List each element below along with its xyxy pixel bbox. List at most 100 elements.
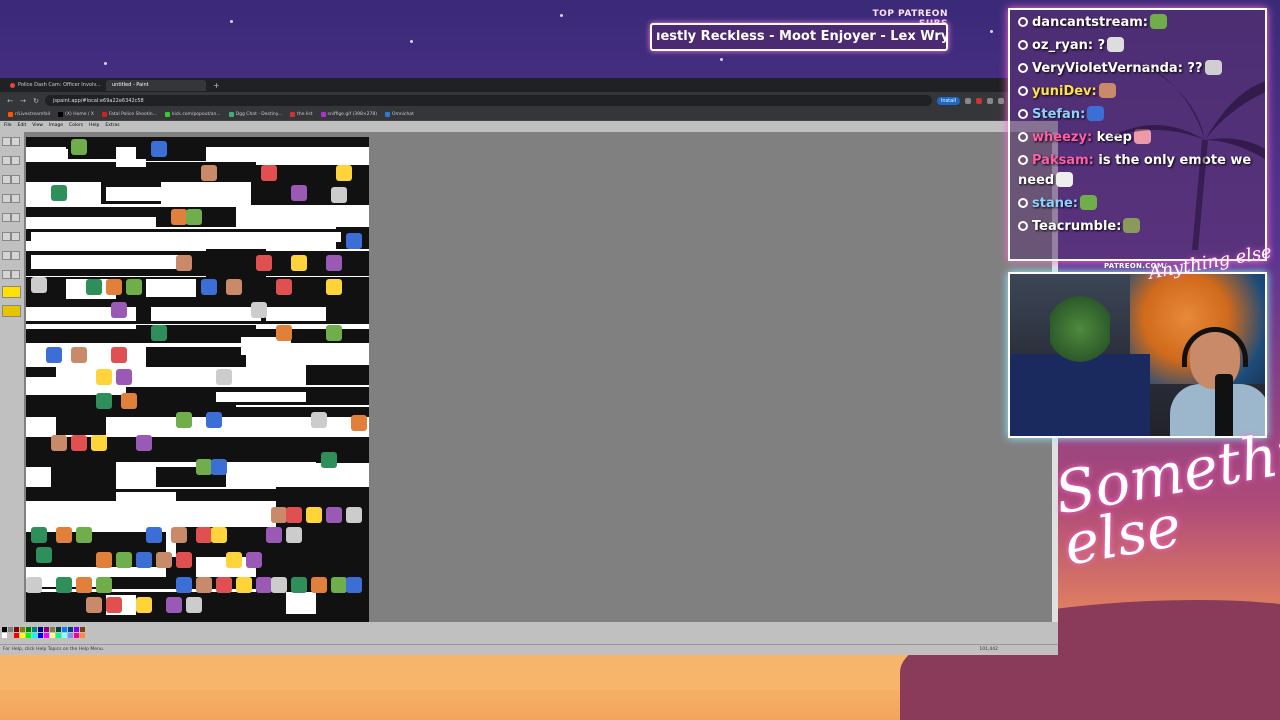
puzzle-icon[interactable] bbox=[987, 97, 993, 104]
canvas-emote-icon bbox=[326, 279, 342, 295]
bookmark[interactable]: r/Livestreamfail bbox=[8, 112, 50, 117]
profile-icon[interactable] bbox=[998, 97, 1004, 104]
rectangle-tool[interactable] bbox=[2, 251, 11, 260]
bookmark[interactable]: Dgg Chat - Destiny... bbox=[228, 112, 282, 117]
bookmark[interactable]: Omnichat bbox=[384, 112, 414, 117]
canvas-emote-icon bbox=[311, 412, 327, 428]
chat-username[interactable]: stane: bbox=[1032, 196, 1078, 211]
color-swatch[interactable] bbox=[50, 633, 55, 638]
chat-username[interactable]: dancantstream: bbox=[1032, 15, 1148, 30]
color-swatch[interactable] bbox=[14, 627, 19, 632]
color-swatch[interactable] bbox=[68, 633, 73, 638]
paint-status-bar: For Help, click Help Topics on the Help … bbox=[0, 644, 1058, 654]
forward-icon[interactable]: → bbox=[19, 97, 27, 105]
url-field[interactable]: jspaint.app/#local:e69a22e6342c58 bbox=[45, 95, 932, 106]
color-swatch[interactable] bbox=[56, 627, 61, 632]
color-swatch[interactable] bbox=[8, 633, 13, 638]
color-swatch[interactable] bbox=[38, 627, 43, 632]
color-swatch[interactable] bbox=[62, 633, 67, 638]
chat-username[interactable]: VeryVioletVernanda: bbox=[1032, 61, 1183, 76]
polygon-tool[interactable] bbox=[11, 251, 20, 260]
menu-edit[interactable]: Edit bbox=[18, 123, 27, 128]
chat-username[interactable]: Teacrumble: bbox=[1032, 219, 1121, 234]
address-bar: ← → ↻ jspaint.app/#local:e69a22e6342c58 … bbox=[0, 92, 1010, 109]
extension-icon[interactable] bbox=[976, 97, 982, 104]
menu-view[interactable]: View bbox=[32, 123, 43, 128]
menu-file[interactable]: File bbox=[4, 123, 12, 128]
chat-emote-icon bbox=[1087, 106, 1105, 121]
color-swatch[interactable] bbox=[38, 633, 43, 638]
color-swatch[interactable] bbox=[62, 627, 67, 632]
menu-colors[interactable]: Colors bbox=[69, 123, 83, 128]
select-tool[interactable] bbox=[11, 137, 20, 146]
canvas-pixel-block bbox=[26, 329, 369, 343]
back-icon[interactable]: ← bbox=[6, 97, 14, 105]
color-swatch[interactable] bbox=[2, 627, 7, 632]
pencil-tool[interactable] bbox=[2, 194, 11, 203]
curve-tool[interactable] bbox=[11, 232, 20, 241]
brush-tool[interactable] bbox=[11, 194, 20, 203]
color-swatch[interactable] bbox=[44, 633, 49, 638]
chat-username[interactable]: yuniDev: bbox=[1032, 84, 1097, 99]
free-select-tool[interactable] bbox=[2, 137, 11, 146]
patreon-ticker: ıestly Reckless - Moot Enjoyer - Lex Wry… bbox=[650, 23, 948, 51]
chat-username[interactable]: Stefan: bbox=[1032, 107, 1085, 122]
canvas-emote-icon bbox=[291, 255, 307, 271]
canvas-blank-block bbox=[226, 147, 326, 161]
menu-image[interactable]: Image bbox=[49, 123, 63, 128]
chat-username[interactable]: wheezy: bbox=[1032, 130, 1092, 145]
color-swatch[interactable] bbox=[14, 633, 19, 638]
text-tool[interactable] bbox=[11, 213, 20, 222]
color-swatch[interactable] bbox=[8, 627, 13, 632]
bookmark[interactable]: kick.com/popout/an... bbox=[164, 112, 221, 117]
color-swatch[interactable] bbox=[80, 627, 85, 632]
paint-canvas[interactable] bbox=[26, 137, 369, 622]
canvas-emote-icon bbox=[271, 507, 287, 523]
rounded-rect-tool[interactable] bbox=[11, 270, 20, 279]
color-swatch[interactable] bbox=[50, 627, 55, 632]
eraser-tool[interactable] bbox=[2, 156, 11, 165]
color-swatch[interactable] bbox=[80, 633, 85, 638]
bookmark[interactable]: the list bbox=[290, 112, 313, 117]
magnifier-tool[interactable] bbox=[11, 175, 20, 184]
canvas-emote-icon bbox=[256, 577, 272, 593]
color-swatch[interactable] bbox=[26, 627, 31, 632]
canvas-emote-icon bbox=[276, 325, 292, 341]
color-swatch[interactable] bbox=[20, 627, 25, 632]
color-swatch[interactable] bbox=[74, 633, 79, 638]
canvas-blank-block bbox=[216, 392, 306, 402]
color-swatch[interactable] bbox=[2, 633, 7, 638]
install-button[interactable]: Install bbox=[936, 96, 960, 105]
canvas-emote-icon bbox=[26, 577, 42, 593]
reload-icon[interactable]: ↻ bbox=[32, 97, 40, 105]
line-tool[interactable] bbox=[2, 232, 11, 241]
color-swatch[interactable] bbox=[26, 633, 31, 638]
chat-username[interactable]: oz_ryan: bbox=[1032, 38, 1093, 53]
color-swatch[interactable] bbox=[44, 627, 49, 632]
color-swatch[interactable] bbox=[68, 627, 73, 632]
chat-username[interactable]: Paksam: bbox=[1032, 153, 1094, 168]
tab-police-dash-cam[interactable]: Police Dash Cam: Officer Involv... bbox=[4, 80, 104, 91]
airbrush-tool[interactable] bbox=[2, 213, 11, 222]
color-swatch[interactable] bbox=[74, 627, 79, 632]
picker-tool[interactable] bbox=[2, 175, 11, 184]
star-icon[interactable] bbox=[965, 97, 971, 104]
bookmark[interactable]: sniffige.gif (398×278) bbox=[320, 112, 377, 117]
tab-bar: Police Dash Cam: Officer Involv... untit… bbox=[0, 78, 1010, 126]
chat-message: VeryVioletVernanda: ?? bbox=[1010, 56, 1265, 79]
color-swatch[interactable] bbox=[32, 633, 37, 638]
tool-option[interactable] bbox=[2, 305, 21, 317]
bookmark[interactable]: Fatal Police Shootin... bbox=[101, 112, 157, 117]
tab-paint[interactable]: untitled - Paint bbox=[0, 79, 206, 126]
bookmark[interactable]: (X) Home / X bbox=[58, 112, 94, 117]
menu-extras[interactable]: Extras bbox=[105, 123, 119, 128]
color-swatch[interactable] bbox=[20, 633, 25, 638]
color-swatch[interactable] bbox=[56, 633, 61, 638]
canvas-emote-icon bbox=[336, 165, 352, 181]
fill-tool[interactable] bbox=[11, 156, 20, 165]
ellipse-tool[interactable] bbox=[2, 270, 11, 279]
menu-help[interactable]: Help bbox=[89, 123, 99, 128]
new-tab-button[interactable]: + bbox=[208, 81, 225, 90]
tool-option[interactable] bbox=[2, 286, 21, 298]
color-swatch[interactable] bbox=[32, 627, 37, 632]
